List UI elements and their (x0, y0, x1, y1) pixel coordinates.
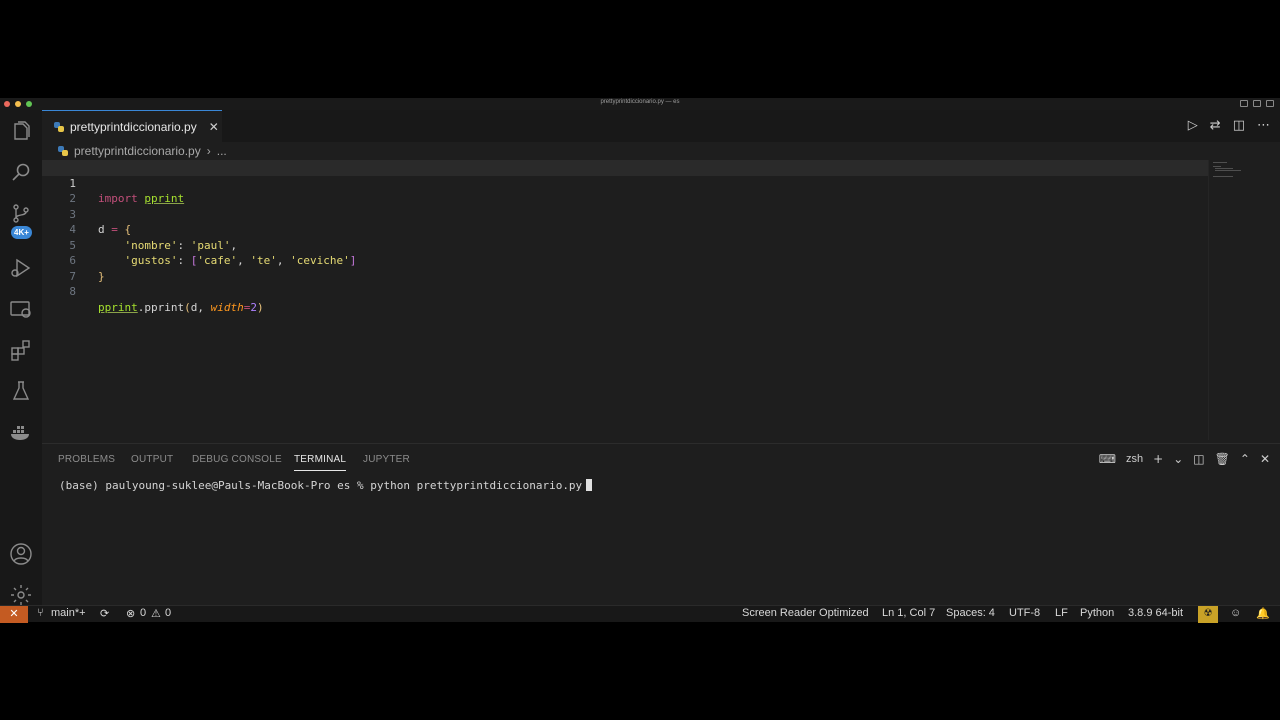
toggle-panel-icon[interactable] (1253, 100, 1261, 107)
terminal-output[interactable]: (base) paulyoung-suklee@Pauls-MacBook-Pr… (59, 479, 593, 492)
title-bar: prettyprintdiccionario.py — es (0, 98, 1280, 110)
layout-controls (1240, 100, 1274, 107)
warning-count[interactable]: 0 (165, 607, 171, 619)
tab-close-icon[interactable]: ✕ (209, 120, 219, 134)
keyword-param: width (210, 300, 244, 314)
run-debug-icon[interactable] (9, 256, 33, 280)
branch-name[interactable]: main*+ (51, 607, 86, 619)
tab-output[interactable]: OUTPUT (131, 454, 173, 465)
tab-strip: prettyprintdiccionario.py ✕ ▷ ⇄ ◫ ⋯ (42, 110, 1280, 142)
toggle-sidebar-icon[interactable] (1240, 100, 1248, 107)
breadcrumb-separator-icon: › (206, 144, 211, 158)
settings-gear-icon[interactable] (9, 583, 33, 607)
minimap-line (1213, 162, 1227, 163)
tab-problems[interactable]: PROBLEMS (58, 454, 115, 465)
argument: d (190, 300, 198, 314)
split-editor-icon[interactable]: ◫ (1233, 118, 1245, 133)
screen-reader-mode[interactable]: Screen Reader Optimized (742, 607, 869, 619)
terminal-cursor (586, 479, 593, 491)
compare-changes-icon[interactable]: ⇄ (1210, 118, 1221, 133)
tab-debug-console[interactable]: DEBUG CONSOLE (192, 454, 282, 465)
minimap-line (1213, 166, 1221, 167)
source-control-badge: 4K+ (11, 226, 32, 239)
status-bar: ✕ ⑂ main*+ ⟳ ⊗ 0 ⚠ 0 Screen Reader Optim… (0, 605, 1280, 623)
new-terminal-icon[interactable]: + (1153, 452, 1163, 466)
function-name: pprint (144, 300, 185, 314)
tab-terminal[interactable]: TERMINAL (294, 454, 347, 471)
terminal-dropdown-icon[interactable]: ⌄ (1173, 452, 1183, 466)
code-line: 5 'gustos': ['cafe', 'te', 'ceviche'] (42, 222, 1208, 268)
cursor-position[interactable]: Ln 1, Col 7 (882, 607, 935, 619)
breadcrumb-more[interactable]: ... (217, 144, 227, 158)
feedback-icon[interactable]: ☺ (1230, 607, 1241, 619)
code-line: 4 'nombre': 'paul', (42, 207, 1208, 252)
terminal-prompt: (base) paulyoung-suklee@Pauls-MacBook-Pr… (59, 479, 583, 492)
breadcrumb-file[interactable]: prettyprintdiccionario.py (74, 144, 201, 158)
module-name: pprint (98, 300, 138, 314)
toggle-secondary-sidebar-icon[interactable] (1266, 100, 1274, 107)
code-line: 8 pprint.pprint(d, width=2) (42, 269, 1208, 314)
tab-label: prettyprintdiccionario.py (70, 119, 197, 134)
python-file-icon (54, 121, 64, 132)
copilot-icon[interactable]: ☢ (1198, 606, 1218, 623)
terminal-icon: ⌨ (1098, 452, 1117, 466)
breadcrumb: prettyprintdiccionario.py › ... (58, 143, 227, 159)
close-panel-icon[interactable]: ✕ (1260, 452, 1270, 466)
docker-icon[interactable] (9, 420, 33, 444)
tab-prettyprintdiccionario[interactable]: prettyprintdiccionario.py ✕ (42, 110, 222, 142)
source-control-icon[interactable] (9, 202, 33, 226)
kill-terminal-icon[interactable]: 🗑 (1215, 452, 1230, 466)
python-file-icon (58, 146, 68, 156)
editor-actions: ▷ ⇄ ◫ ⋯ (1188, 118, 1270, 133)
explorer-icon[interactable] (9, 120, 33, 144)
activity-bar: 4K+ (0, 110, 42, 605)
python-interpreter[interactable]: 3.8.9 64-bit (1128, 607, 1183, 619)
extensions-icon[interactable] (9, 338, 33, 362)
minimap[interactable] (1208, 160, 1280, 440)
param-value: 2 (250, 300, 257, 314)
code-line: 1 import pprint (42, 160, 1208, 205)
minimap-line (1213, 176, 1233, 177)
remote-explorer-icon[interactable] (9, 297, 33, 321)
minimap-line (1215, 170, 1241, 171)
minimap-line (1215, 168, 1233, 169)
split-terminal-icon[interactable]: ◫ (1193, 452, 1204, 466)
line-number: 8 (69, 285, 76, 298)
code-line: 3 d = { (42, 191, 1208, 237)
file-encoding[interactable]: UTF-8 (1009, 607, 1040, 619)
terminal-shell-name[interactable]: zsh (1126, 453, 1143, 465)
run-python-file-icon[interactable]: ▷ (1188, 118, 1198, 133)
branch-icon: ⑂ (37, 607, 44, 619)
window-title: prettyprintdiccionario.py — es (600, 99, 680, 105)
error-icon: ⊗ (126, 608, 136, 620)
account-icon[interactable] (9, 542, 33, 566)
code-line: 2 (42, 176, 1208, 205)
tab-jupyter[interactable]: JUPYTER (363, 454, 410, 465)
bottom-panel: PROBLEMS OUTPUT DEBUG CONSOLE TERMINAL J… (42, 443, 1280, 605)
maximize-panel-icon[interactable]: ⌃ (1240, 452, 1250, 466)
code-line: 6 } (42, 238, 1208, 283)
language-mode[interactable]: Python (1080, 607, 1114, 619)
code-line: 7 (42, 253, 1208, 283)
search-icon[interactable] (9, 161, 33, 185)
more-actions-icon[interactable]: ⋯ (1257, 118, 1270, 133)
error-count[interactable]: 0 (140, 607, 146, 619)
panel-actions: ⌨ zsh + ⌄ ◫ 🗑 ⌃ ✕ (1099, 452, 1270, 466)
notifications-bell-icon[interactable]: 🔔 (1256, 607, 1270, 620)
warning-icon: ⚠ (151, 608, 161, 620)
indentation[interactable]: Spaces: 4 (946, 607, 995, 619)
remote-indicator[interactable]: ✕ (0, 606, 28, 623)
vscode-window: prettyprintdiccionario.py — es 4K+ prett… (0, 98, 1280, 623)
end-of-line[interactable]: LF (1055, 607, 1068, 619)
testing-icon[interactable] (9, 379, 33, 403)
sync-icon[interactable]: ⟳ (100, 607, 109, 620)
code-editor[interactable]: 1 import pprint 2 3 d = { 4 'nombre': 'p… (42, 160, 1280, 440)
